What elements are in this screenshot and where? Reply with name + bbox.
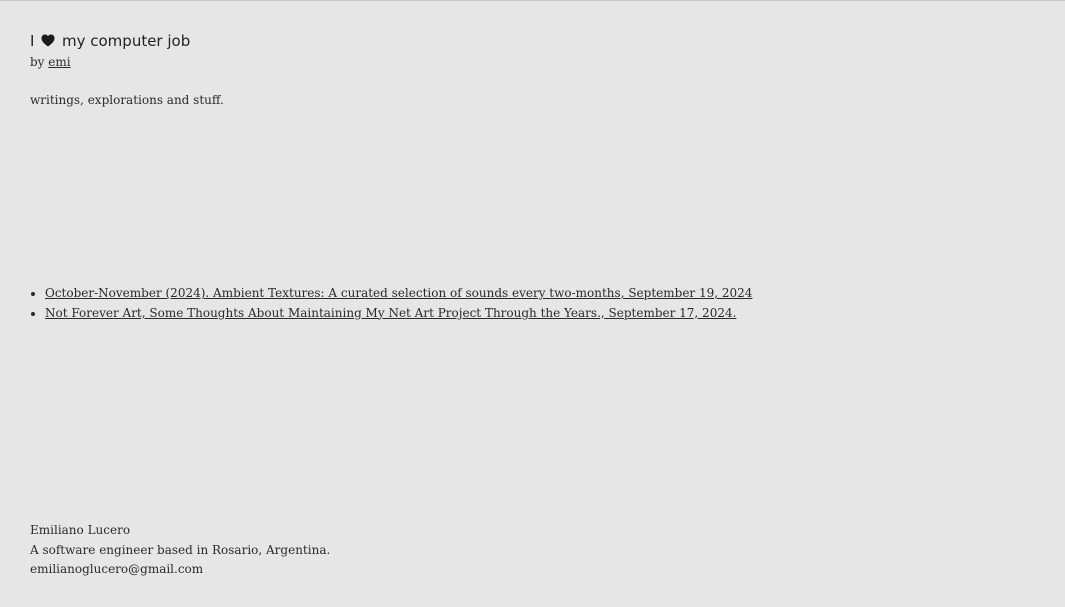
byline: by emi bbox=[30, 53, 224, 71]
site-header: I my computer job by emi writings, explo… bbox=[30, 31, 224, 109]
author-link[interactable]: emi bbox=[48, 55, 70, 69]
footer-author-bio: A software engineer based in Rosario, Ar… bbox=[30, 542, 331, 557]
footer-email: emilianoglucero@gmail.com bbox=[30, 562, 204, 576]
post-link-ambient-textures[interactable]: October-November (2024). Ambient Texture… bbox=[45, 286, 752, 300]
black-heart-icon bbox=[41, 34, 55, 47]
post-list-item: Not Forever Art, Some Thoughts About Mai… bbox=[30, 304, 752, 324]
post-list: October-November (2024). Ambient Texture… bbox=[30, 284, 752, 323]
post-link-not-forever-art[interactable]: Not Forever Art, Some Thoughts About Mai… bbox=[45, 306, 736, 320]
site-tagline: writings, explorations and stuff. bbox=[30, 93, 224, 107]
site-title-prefix: I bbox=[30, 32, 35, 50]
site-title-text: my computer job bbox=[62, 32, 191, 50]
site-title[interactable]: I my computer job bbox=[30, 31, 224, 51]
footer-author-name: Emiliano Lucero bbox=[30, 523, 131, 537]
byline-prefix: by bbox=[30, 55, 45, 69]
site-footer: Emiliano Lucero A software engineer base… bbox=[30, 521, 330, 580]
post-list-item: October-November (2024). Ambient Texture… bbox=[30, 284, 752, 304]
